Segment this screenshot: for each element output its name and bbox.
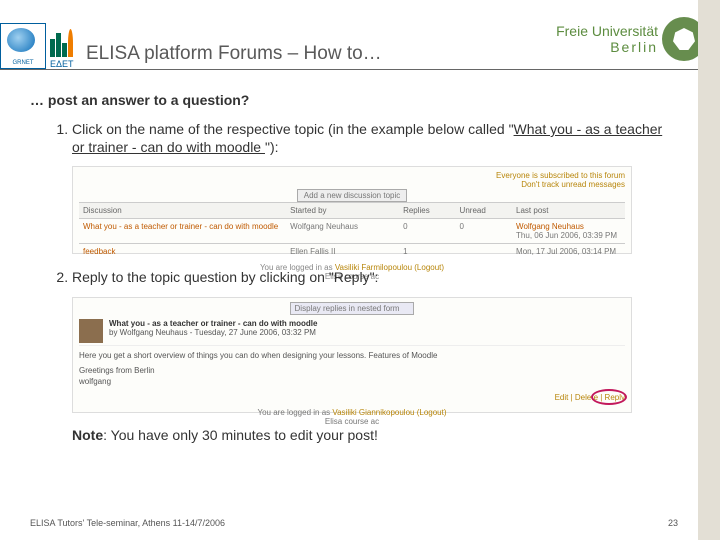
row2-last: Mon, 17 Jul 2006, 03:14 PM [512,243,625,259]
logo-right-group: Freie Universität Berlin [556,17,706,69]
row2-replies: 1 [399,243,455,259]
col-replies: Replies [399,202,455,218]
grnet-label: GRNET [13,60,34,66]
row1-user: Wolfgang Neuhaus [286,218,399,243]
post-row: What you - as a teacher or trainer - can… [79,319,625,346]
slide-title: ELISA platform Forums – How to… [80,43,556,69]
shot2-footer: You are logged in as Vasiliki Giannikopo… [79,408,625,426]
forum-table: Discussion Started by Replies Unread Las… [79,202,625,259]
row2-user: Ellen Fallis II [286,243,399,259]
reply-highlight-icon [591,389,627,405]
row1-replies: 0 [399,218,455,243]
edet-logo-icon: ΕΔΕΤ [50,23,80,69]
row1-discussion[interactable]: What you - as a teacher or trainer - can… [79,218,286,243]
note-line: Note: You have only 30 minutes to edit y… [72,427,678,443]
grnet-logo-icon: GRNET [0,23,46,69]
edit-link[interactable]: Edit [555,393,569,402]
col-discussion: Discussion [79,202,286,218]
step1-pre: Click on the name of the respective topi… [72,121,514,137]
slide-header: GRNET ΕΔΕΤ ELISA platform Forums – How t… [0,0,720,70]
row1-unread: 0 [456,218,512,243]
note-label: Note [72,427,103,443]
post-title: What you - as a teacher or trainer - can… [109,319,317,328]
screenshot-forum-list: Everyone is subscribed to this forum Don… [72,166,632,254]
section-heading: … post an answer to a question? [30,92,678,108]
edet-label: ΕΔΕΤ [50,59,80,69]
post-body: Here you get a short overview of things … [79,350,625,361]
col-unread: Unread [456,202,512,218]
row2-unread [456,243,512,259]
row2-discussion[interactable]: feedback [79,243,286,259]
page-number: 23 [668,518,678,528]
display-mode-select[interactable]: Display replies in nested form [290,302,415,315]
post-sig1: Greetings from Berlin [79,365,625,376]
screenshot-topic-reply: Display replies in nested form What you … [72,297,632,413]
track-text: Don't track unread messages [521,180,625,189]
add-topic-button[interactable]: Add a new discussion topic [297,189,408,202]
post-byline: by Wolfgang Neuhaus - Tuesday, 27 June 2… [109,328,316,337]
step1-post: "): [265,139,279,155]
col-startedby: Started by [286,202,399,218]
berlin-label: Berlin [556,39,658,55]
slide-footer: ELISA Tutors' Tele-seminar, Athens 11-14… [30,518,678,528]
note-text: : You have only 30 minutes to edit your … [103,427,378,443]
row1-last: Wolfgang NeuhausThu, 06 Jun 2006, 03:39 … [512,218,625,243]
side-ribbon [698,0,720,540]
slide-body: … post an answer to a question? Click on… [0,70,720,443]
footer-left: ELISA Tutors' Tele-seminar, Athens 11-14… [30,518,225,528]
step-2: Reply to the topic question by clicking … [72,268,678,286]
avatar-icon [79,319,103,343]
logo-left-group: GRNET ΕΔΕΤ [0,23,80,69]
fu-label: Freie Universität [556,23,658,39]
step-1: Click on the name of the respective topi… [72,120,678,156]
post-actions: Edit | Delete | Reply [79,393,625,402]
subscribe-text: Everyone is subscribed to this forum [496,171,625,180]
post-sig2: wolfgang [79,376,625,387]
edet-bars-icon [50,29,80,57]
col-lastpost: Last post [512,202,625,218]
